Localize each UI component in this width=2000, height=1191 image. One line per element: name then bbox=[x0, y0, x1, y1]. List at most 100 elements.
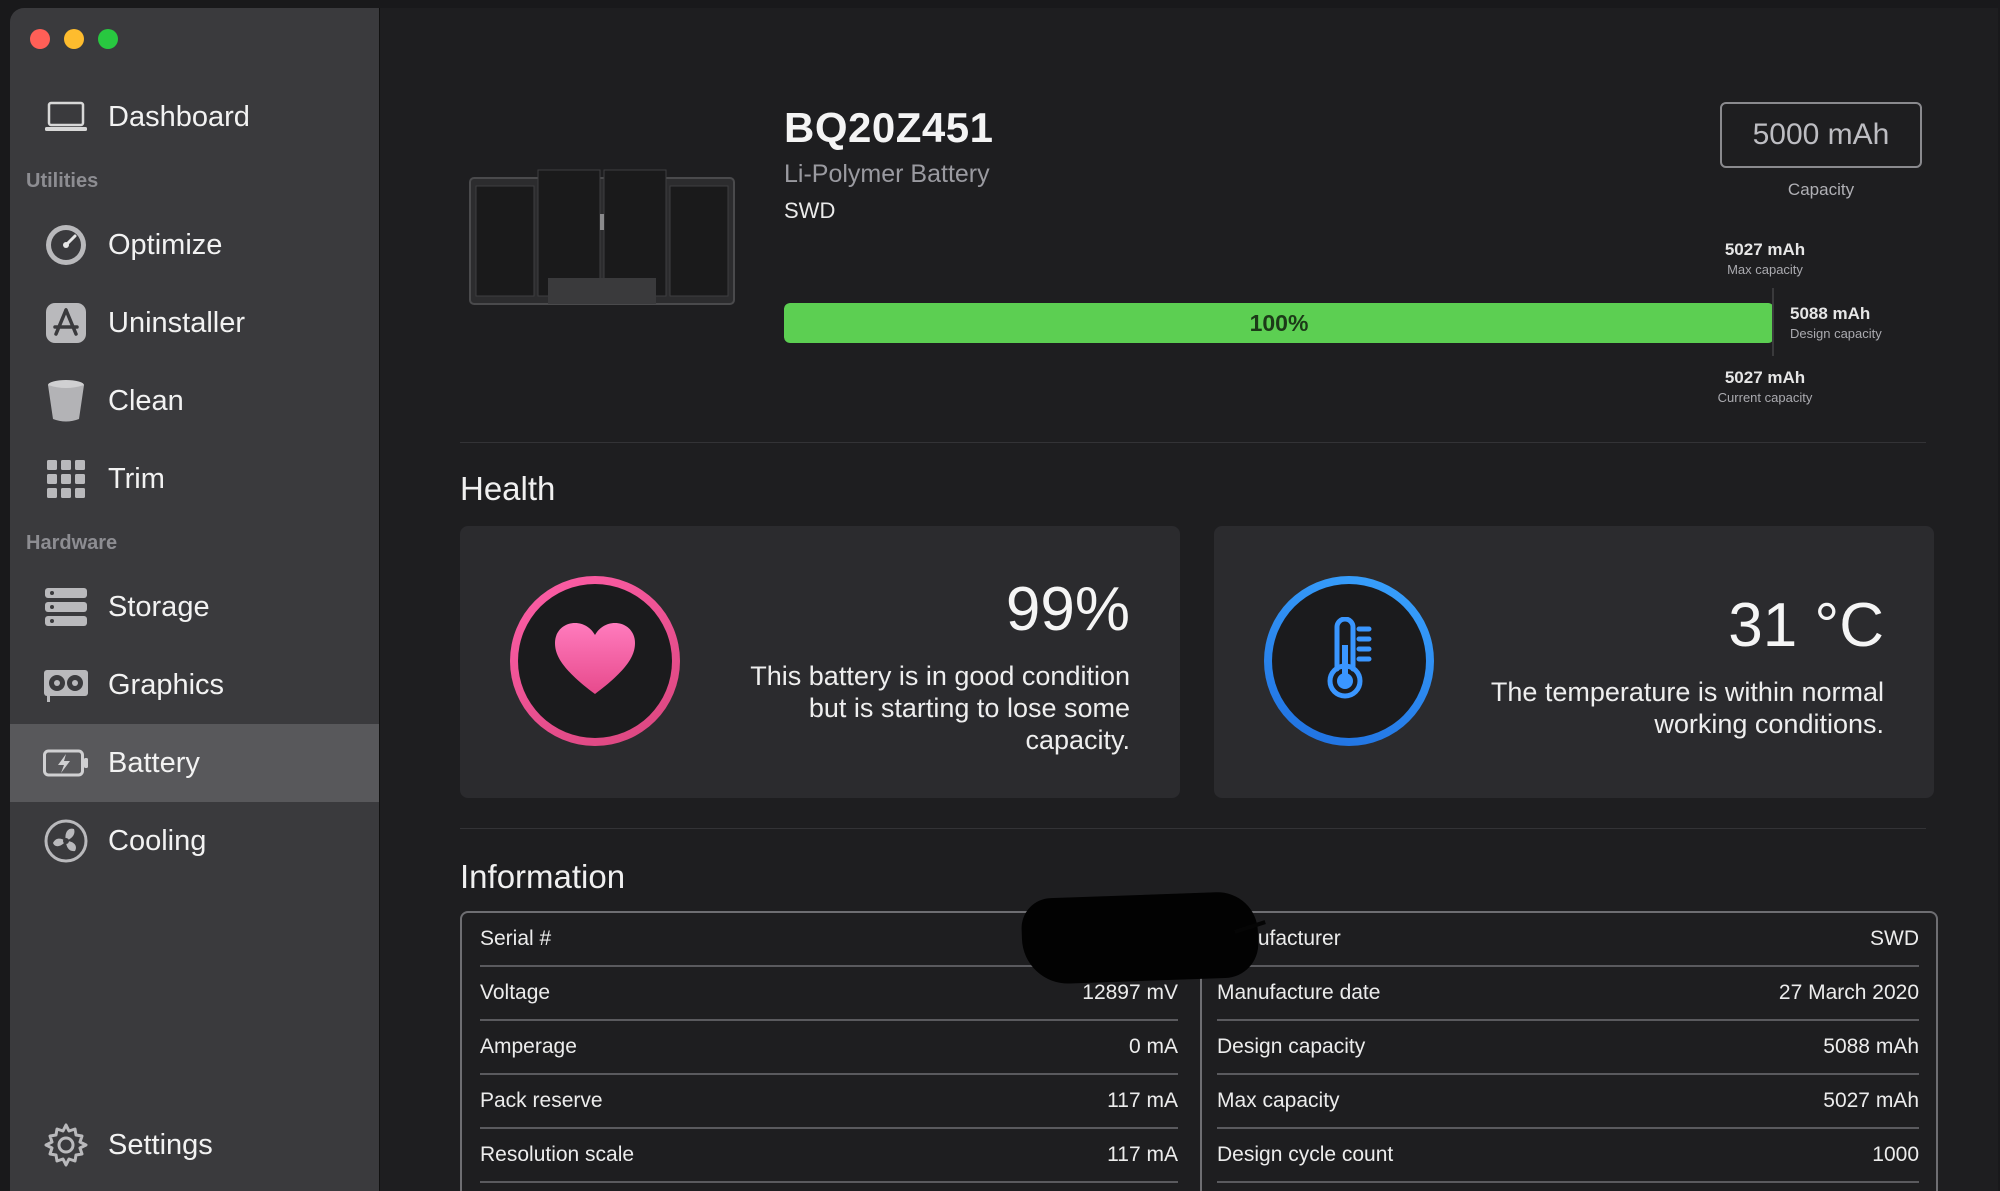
laptop-icon bbox=[42, 93, 90, 141]
row-key: Manufacture date bbox=[1217, 981, 1381, 1004]
app-store-icon bbox=[42, 299, 90, 347]
health-title: Health bbox=[460, 470, 556, 507]
capacity-box: 5000 mAh bbox=[1720, 102, 1922, 168]
sidebar-item-label: Storage bbox=[108, 590, 210, 623]
row-value: 5027 mAh bbox=[1823, 1089, 1919, 1112]
current-capacity-label: Current capacity bbox=[1717, 390, 1813, 405]
battery-health-line: but is starting to lose some bbox=[808, 693, 1130, 723]
table-row: Design cycle count 1000 bbox=[1217, 1129, 1919, 1183]
sidebar-item-cooling[interactable]: Cooling bbox=[10, 802, 379, 880]
sidebar-item-uninstaller[interactable]: Uninstaller bbox=[10, 284, 379, 362]
row-key: Max capacity bbox=[1217, 1089, 1340, 1112]
row-value: 117 mA bbox=[1107, 1143, 1178, 1166]
device-manufacturer: SWD bbox=[784, 198, 836, 223]
capacity-marker-line bbox=[1772, 288, 1774, 356]
gpu-icon bbox=[42, 661, 90, 709]
sidebar-item-optimize[interactable]: Optimize bbox=[10, 206, 379, 284]
capacity-label: Capacity bbox=[1787, 180, 1855, 199]
row-value: 0 mA bbox=[1128, 1035, 1178, 1058]
gear-icon bbox=[42, 1121, 90, 1169]
app-window: Dashboard Utilities Optimize Uninstaller… bbox=[10, 8, 1998, 1191]
section-label-utilities: Utilities bbox=[26, 170, 99, 192]
row-value: 5088 mAh bbox=[1823, 1035, 1919, 1058]
sidebar-item-label: Clean bbox=[108, 384, 184, 417]
fan-icon bbox=[42, 817, 90, 865]
row-value: SWD bbox=[1870, 927, 1919, 950]
device-type: Li-Polymer Battery bbox=[784, 160, 990, 188]
information-title: Information bbox=[460, 858, 626, 895]
battery-health-line: capacity. bbox=[1025, 725, 1130, 755]
sidebar-item-label: Optimize bbox=[108, 228, 223, 261]
sidebar-item-battery[interactable]: Battery bbox=[10, 724, 379, 802]
battery-health-description: This battery is in good condition but is… bbox=[660, 660, 1130, 756]
sidebar-item-settings[interactable]: Settings bbox=[10, 1106, 379, 1184]
gauge-icon bbox=[42, 221, 90, 269]
table-row: Resolution scale 117 mA bbox=[480, 1129, 1178, 1183]
temperature-ring bbox=[1264, 576, 1434, 746]
battery-health-card: 99% This battery is in good condition bu… bbox=[460, 526, 1180, 798]
max-capacity-label: Max capacity bbox=[1727, 262, 1803, 277]
row-value: 27 March 2020 bbox=[1778, 981, 1919, 1004]
row-key: Design capacity bbox=[1217, 1035, 1366, 1058]
window-controls bbox=[30, 29, 118, 49]
bin-icon bbox=[42, 377, 90, 425]
sidebar-item-label: Graphics bbox=[108, 668, 225, 701]
sidebar-item-label: Dashboard bbox=[108, 100, 250, 133]
table-row: Manufacturer SWD bbox=[1217, 913, 1919, 967]
sidebar-item-storage[interactable]: Storage bbox=[10, 568, 379, 646]
row-key: Serial # bbox=[480, 927, 552, 950]
grid-icon bbox=[42, 455, 90, 503]
storage-icon bbox=[42, 583, 90, 631]
design-capacity-value: 5088 mAh bbox=[1790, 304, 1871, 323]
table-row: Manufacture date 27 March 2020 bbox=[1217, 967, 1919, 1021]
close-window-button[interactable] bbox=[30, 29, 50, 49]
table-row: Amperage 0 mA bbox=[480, 1021, 1178, 1075]
row-key: Amperage bbox=[480, 1035, 577, 1058]
sidebar-item-label: Settings bbox=[108, 1128, 213, 1161]
max-capacity-value: 5027 mAh bbox=[1724, 240, 1806, 259]
temperature-line: working conditions. bbox=[1654, 709, 1884, 739]
minimize-window-button[interactable] bbox=[64, 29, 84, 49]
design-capacity-label: Design capacity bbox=[1790, 326, 1882, 341]
sidebar-item-trim[interactable]: Trim bbox=[10, 440, 379, 518]
sidebar-item-label: Trim bbox=[108, 462, 165, 495]
temperature-value: 31 °C bbox=[1728, 591, 1884, 660]
row-value: 1000 bbox=[1872, 1143, 1919, 1166]
sidebar-item-dashboard[interactable]: Dashboard bbox=[10, 78, 379, 156]
row-value: 117 mA bbox=[1107, 1089, 1178, 1112]
section-divider bbox=[460, 442, 1926, 443]
sidebar-item-label: Uninstaller bbox=[108, 306, 245, 339]
heart-icon bbox=[553, 622, 637, 701]
row-value: 12897 mV bbox=[1082, 981, 1178, 1004]
battery-icon bbox=[42, 739, 90, 787]
table-row: Design capacity 5088 mAh bbox=[1217, 1021, 1919, 1075]
current-capacity-value: 5027 mAh bbox=[1724, 368, 1806, 387]
battery-health-line: This battery is in good condition bbox=[750, 661, 1130, 691]
sidebar-item-graphics[interactable]: Graphics bbox=[10, 646, 379, 724]
table-row: Max capacity 5027 mAh bbox=[1217, 1075, 1919, 1129]
row-key: Pack reserve bbox=[480, 1089, 603, 1112]
row-key: Resolution scale bbox=[480, 1143, 635, 1166]
thermometer-icon bbox=[1324, 616, 1374, 706]
zoom-window-button[interactable] bbox=[98, 29, 118, 49]
charge-percent-label: 100% bbox=[1249, 309, 1309, 336]
section-divider bbox=[460, 828, 1926, 829]
temperature-description: The temperature is within normal working… bbox=[1414, 676, 1884, 740]
device-name: BQ20Z451 bbox=[784, 104, 994, 151]
temperature-line: The temperature is within normal bbox=[1490, 677, 1884, 707]
battery-pack-image bbox=[468, 158, 736, 318]
row-key: Voltage bbox=[480, 981, 551, 1004]
health-ring bbox=[510, 576, 680, 746]
sidebar-item-clean[interactable]: Clean bbox=[10, 362, 379, 440]
battery-health-value: 99% bbox=[1005, 575, 1130, 644]
sidebar-item-label: Battery bbox=[108, 746, 200, 779]
information-table: Serial # Voltage 12897 mV Amperage 0 mA … bbox=[460, 890, 1938, 1191]
sidebar-item-label: Cooling bbox=[108, 824, 207, 857]
sidebar: Dashboard Utilities Optimize Uninstaller… bbox=[10, 8, 380, 1191]
row-key: Design cycle count bbox=[1217, 1143, 1394, 1166]
section-label-hardware: Hardware bbox=[26, 532, 118, 554]
redaction-mark bbox=[1020, 890, 1260, 986]
temperature-card: 31 °C The temperature is within normal w… bbox=[1214, 526, 1934, 798]
table-row: Pack reserve 117 mA bbox=[480, 1075, 1178, 1129]
main-content: BQ20Z451 Li-Polymer Battery SWD 5000 mAh… bbox=[380, 8, 1998, 1191]
